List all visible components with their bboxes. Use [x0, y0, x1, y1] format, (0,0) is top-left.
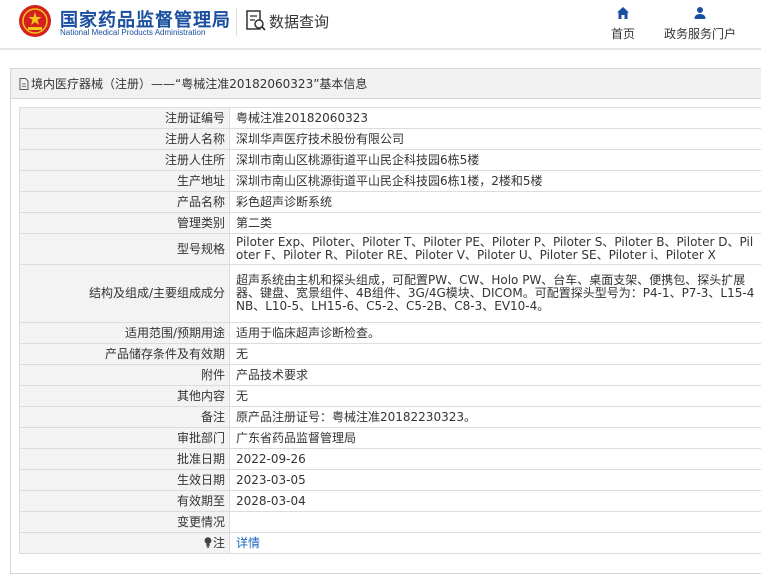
device-info-table: 注册证编号 粤械注准20182060323 注册人名称 深圳华声医疗技术股份有限公司… — [19, 107, 761, 554]
row-label: 适用范围/预期用途 — [19, 322, 230, 344]
row-label: 注册人住所 — [19, 149, 230, 171]
row-value: 超声系统由主机和探头组成，可配置PW、CW、Holo PW、台车、桌面支架、便携… — [229, 264, 761, 323]
row-value: 无 — [229, 343, 761, 365]
table-row: 注册人住所 深圳市南山区桃源街道平山民企科技园6栋5楼 — [19, 149, 761, 171]
row-label: 批准日期 — [19, 448, 230, 470]
detail-panel: 境内医疗器械（注册）——“粤械注准20182060323”基本信息 注册证编号粤… — [10, 68, 761, 574]
site-header: 国家药品监督管理局 National Medical Products Admi… — [0, 0, 761, 48]
row-label: 其他内容 — [19, 385, 230, 407]
lightbulb-icon — [204, 536, 212, 548]
row-value: 广东省药品监督管理局 — [229, 427, 761, 449]
data-query-heading: 数据查询 — [246, 10, 329, 32]
row-label: 注 — [19, 532, 230, 554]
row-value: Piloter Exp、Piloter、Piloter T、Piloter PE… — [229, 233, 761, 265]
table-row: 备注 原产品注册证号：粤械注准20182230323。 — [19, 406, 761, 428]
table-row: 注册人名称 深圳华声医疗技术股份有限公司 — [19, 128, 761, 150]
nav-gov-portal[interactable]: 政务服务门户 — [656, 6, 744, 42]
row-value: 深圳市南山区桃源街道平山民企科技园6栋5楼 — [229, 149, 761, 171]
row-label: 注册人名称 — [19, 128, 230, 150]
row-label: 备注 — [19, 406, 230, 428]
home-icon — [617, 7, 629, 19]
table-row: 适用范围/预期用途 适用于临床超声诊断检查。 — [19, 322, 761, 344]
table-row: 有效期至 2028-03-04 — [19, 490, 761, 512]
details-link[interactable]: 详情 — [236, 536, 260, 550]
table-row: 批准日期 2022-09-26 — [19, 448, 761, 470]
row-value: 无 — [229, 385, 761, 407]
user-icon — [694, 7, 706, 19]
row-value: 产品技术要求 — [229, 364, 761, 386]
row-label: 有效期至 — [19, 490, 230, 512]
row-value: 深圳市南山区桃源街道平山民企科技园6栋1楼，2楼和5楼 — [229, 170, 761, 192]
table-row: 其他内容无 — [19, 385, 761, 407]
table-row: 产品名称 彩色超声诊断系统 — [19, 191, 761, 213]
row-label: 审批部门 — [19, 427, 230, 449]
row-value: 原产品注册证号：粤械注准20182230323。 — [229, 406, 761, 428]
table-row: 产品储存条件及有效期无 — [19, 343, 761, 365]
table-row: 附件 产品技术要求 — [19, 364, 761, 386]
site-title-en[interactable]: National Medical Products Administration — [60, 28, 205, 37]
table-row: 注册证编号 粤械注准20182060323 — [19, 107, 761, 129]
row-label: 注册证编号 — [19, 107, 230, 129]
header-underline — [0, 48, 761, 50]
row-value — [229, 511, 761, 533]
document-icon — [19, 77, 29, 90]
table-row: 变更情况 — [19, 511, 761, 533]
header-divider — [236, 8, 237, 36]
row-value: 粤械注准20182060323 — [229, 107, 761, 129]
row-label: 生产地址 — [19, 170, 230, 192]
row-label: 产品名称 — [19, 191, 230, 213]
row-label: 变更情况 — [19, 511, 230, 533]
row-value: 深圳华声医疗技术股份有限公司 — [229, 128, 761, 150]
data-search-icon — [246, 10, 266, 31]
table-row: 注 详情 — [19, 532, 761, 554]
row-value: 第二类 — [229, 212, 761, 234]
row-value: 详情 — [229, 532, 761, 554]
table-row: 型号规格 Piloter Exp、Piloter、Piloter T、Pilote… — [19, 233, 761, 265]
row-value: 2023-03-05 — [229, 469, 761, 491]
nav-home-label: 首页 — [610, 27, 635, 41]
row-value: 彩色超声诊断系统 — [229, 191, 761, 213]
nav-gov-label: 政务服务门户 — [663, 27, 736, 41]
table-row: 生效日期 2023-03-05 — [19, 469, 761, 491]
table-row: 管理类别 第二类 — [19, 212, 761, 234]
table-row: 生产地址 深圳市南山区桃源街道平山民企科技园6栋1楼，2楼和5楼 — [19, 170, 761, 192]
row-value: 2022-09-26 — [229, 448, 761, 470]
row-label: 管理类别 — [19, 212, 230, 234]
row-value: 2028-03-04 — [229, 490, 761, 512]
note-label: 注 — [212, 535, 225, 550]
row-label: 附件 — [19, 364, 230, 386]
row-label: 产品储存条件及有效期 — [19, 343, 230, 365]
table-row: 结构及组成/主要组成成分 超声系统由主机和探头组成，可配置PW、CW、Holo P… — [19, 264, 761, 323]
table-row: 审批部门 广东省药品监督管理局 — [19, 427, 761, 449]
nav-home[interactable]: 首页 — [600, 6, 646, 42]
row-label: 生效日期 — [19, 469, 230, 491]
data-query-label: 数据查询 — [269, 12, 330, 31]
row-label: 型号规格 — [19, 233, 230, 265]
row-value: 适用于临床超声诊断检查。 — [229, 322, 761, 344]
panel-title-bar: 境内医疗器械（注册）——“粤械注准20182060323”基本信息 — [11, 69, 761, 99]
national-emblem-icon — [19, 5, 51, 37]
row-label: 结构及组成/主要组成成分 — [19, 264, 230, 323]
panel-title: 境内医疗器械（注册）——“粤械注准20182060323”基本信息 — [31, 77, 368, 91]
